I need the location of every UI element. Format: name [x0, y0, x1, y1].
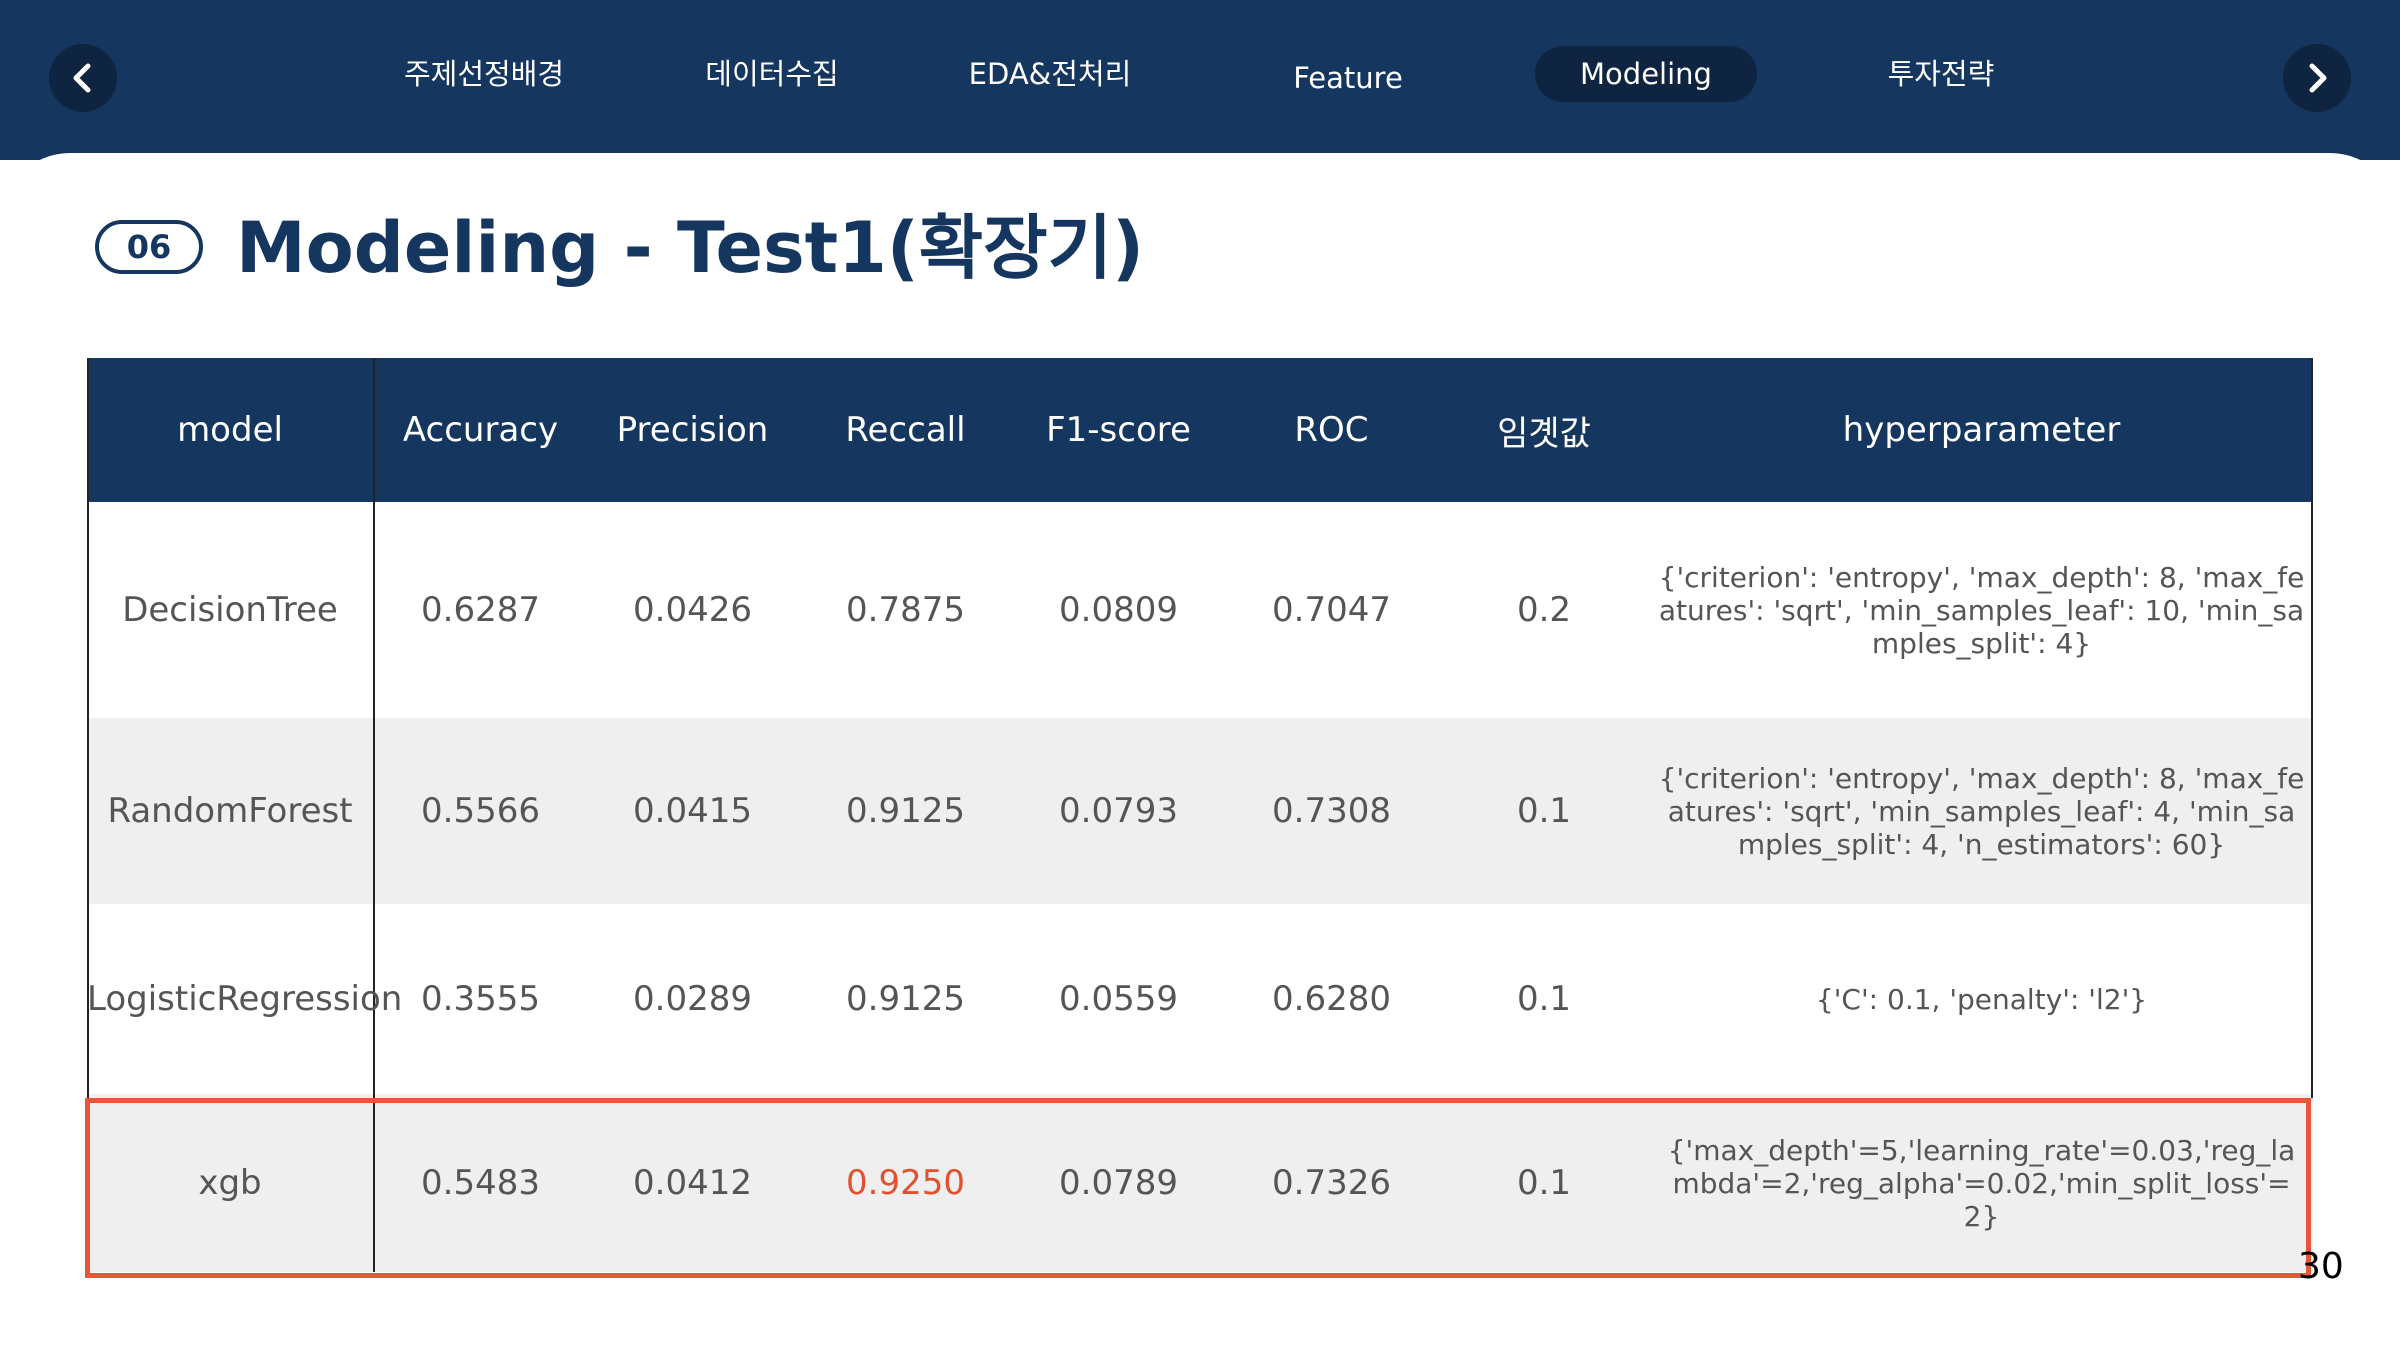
column-header-f1-score: F1-score	[1012, 358, 1225, 502]
accuracy-cell: 0.5483	[374, 1094, 586, 1272]
tab-feature[interactable]: Feature	[1268, 50, 1428, 106]
f1-score-cell: 0.0809	[1012, 502, 1225, 718]
column-header-precision: Precision	[586, 358, 799, 502]
top-navigation-bar: 주제선정배경 데이터수집 EDA&전처리 Feature Modeling 투자…	[0, 0, 2400, 160]
threshold-cell: 0.1	[1438, 718, 1650, 904]
next-slide-button[interactable]	[2283, 44, 2351, 112]
precision-cell: 0.0415	[586, 718, 799, 904]
hyperparameter-cell: {'max_depth'=5,'learning_rate'=0.03,'reg…	[1650, 1094, 2313, 1272]
model-name-cell: RandomForest	[87, 718, 375, 904]
recall-cell: 0.9125	[799, 904, 1012, 1094]
model-results-table: model Accuracy Precision Reccall F1-scor…	[87, 358, 2313, 1272]
column-header-hyperparameter: hyperparameter	[1650, 358, 2313, 502]
column-header-roc: ROC	[1225, 358, 1438, 502]
roc-cell: 0.7308	[1225, 718, 1438, 904]
column-header-accuracy: Accuracy	[374, 358, 586, 502]
table-row: LogisticRegression 0.3555 0.0289 0.9125 …	[87, 904, 2313, 1094]
tab-eda-preprocessing[interactable]: EDA&전처리	[955, 46, 1145, 102]
table-left-border	[87, 358, 89, 1276]
chevron-left-icon	[73, 63, 91, 93]
model-name-cell: xgb	[87, 1094, 375, 1272]
precision-cell: 0.0412	[586, 1094, 799, 1272]
section-number-badge: 06	[95, 220, 203, 274]
f1-score-cell: 0.0559	[1012, 904, 1225, 1094]
model-name-cell: DecisionTree	[87, 502, 375, 718]
tab-topic-background[interactable]: 주제선정배경	[384, 46, 584, 102]
table-row: RandomForest 0.5566 0.0415 0.9125 0.0793…	[87, 718, 2313, 904]
accuracy-cell: 0.6287	[374, 502, 586, 718]
recall-cell: 0.7875	[799, 502, 1012, 718]
table-right-border	[2311, 358, 2313, 1098]
column-header-model: model	[87, 358, 375, 502]
recall-cell-best: 0.9250	[799, 1094, 1012, 1272]
threshold-cell: 0.1	[1438, 1094, 1650, 1272]
tab-modeling[interactable]: Modeling	[1535, 46, 1757, 102]
precision-cell: 0.0426	[586, 502, 799, 718]
table-header-row: model Accuracy Precision Reccall F1-scor…	[87, 358, 2313, 502]
f1-score-cell: 0.0789	[1012, 1094, 1225, 1272]
hyperparameter-cell: {'criterion': 'entropy', 'max_depth': 8,…	[1650, 718, 2313, 904]
roc-cell: 0.6280	[1225, 904, 1438, 1094]
hyperparameter-cell: {'criterion': 'entropy', 'max_depth': 8,…	[1650, 502, 2313, 718]
page-number: 30	[2298, 1246, 2344, 1287]
table-row-highlighted: xgb 0.5483 0.0412 0.9250 0.0789 0.7326 0…	[87, 1094, 2313, 1272]
prev-slide-button[interactable]	[49, 44, 117, 112]
precision-cell: 0.0289	[586, 904, 799, 1094]
tab-investment-strategy[interactable]: 투자전략	[1870, 46, 2012, 102]
threshold-cell: 0.2	[1438, 502, 1650, 718]
accuracy-cell: 0.5566	[374, 718, 586, 904]
hyperparameter-cell: {'C': 0.1, 'penalty': 'l2'}	[1650, 904, 2313, 1094]
f1-score-cell: 0.0793	[1012, 718, 1225, 904]
roc-cell: 0.7047	[1225, 502, 1438, 718]
page-title: Modeling - Test1(확장기)	[236, 207, 1144, 289]
model-name-cell: LogisticRegression	[87, 904, 402, 1094]
chevron-right-icon	[2309, 63, 2327, 93]
table-row: DecisionTree 0.6287 0.0426 0.7875 0.0809…	[87, 502, 2313, 718]
column-header-recall: Reccall	[799, 358, 1012, 502]
threshold-cell: 0.1	[1438, 904, 1650, 1094]
accuracy-cell: 0.3555	[374, 904, 586, 1094]
column-header-threshold: 임곗값	[1438, 358, 1650, 502]
recall-cell: 0.9125	[799, 718, 1012, 904]
tab-data-collection[interactable]: 데이터수집	[682, 46, 862, 102]
roc-cell: 0.7326	[1225, 1094, 1438, 1272]
